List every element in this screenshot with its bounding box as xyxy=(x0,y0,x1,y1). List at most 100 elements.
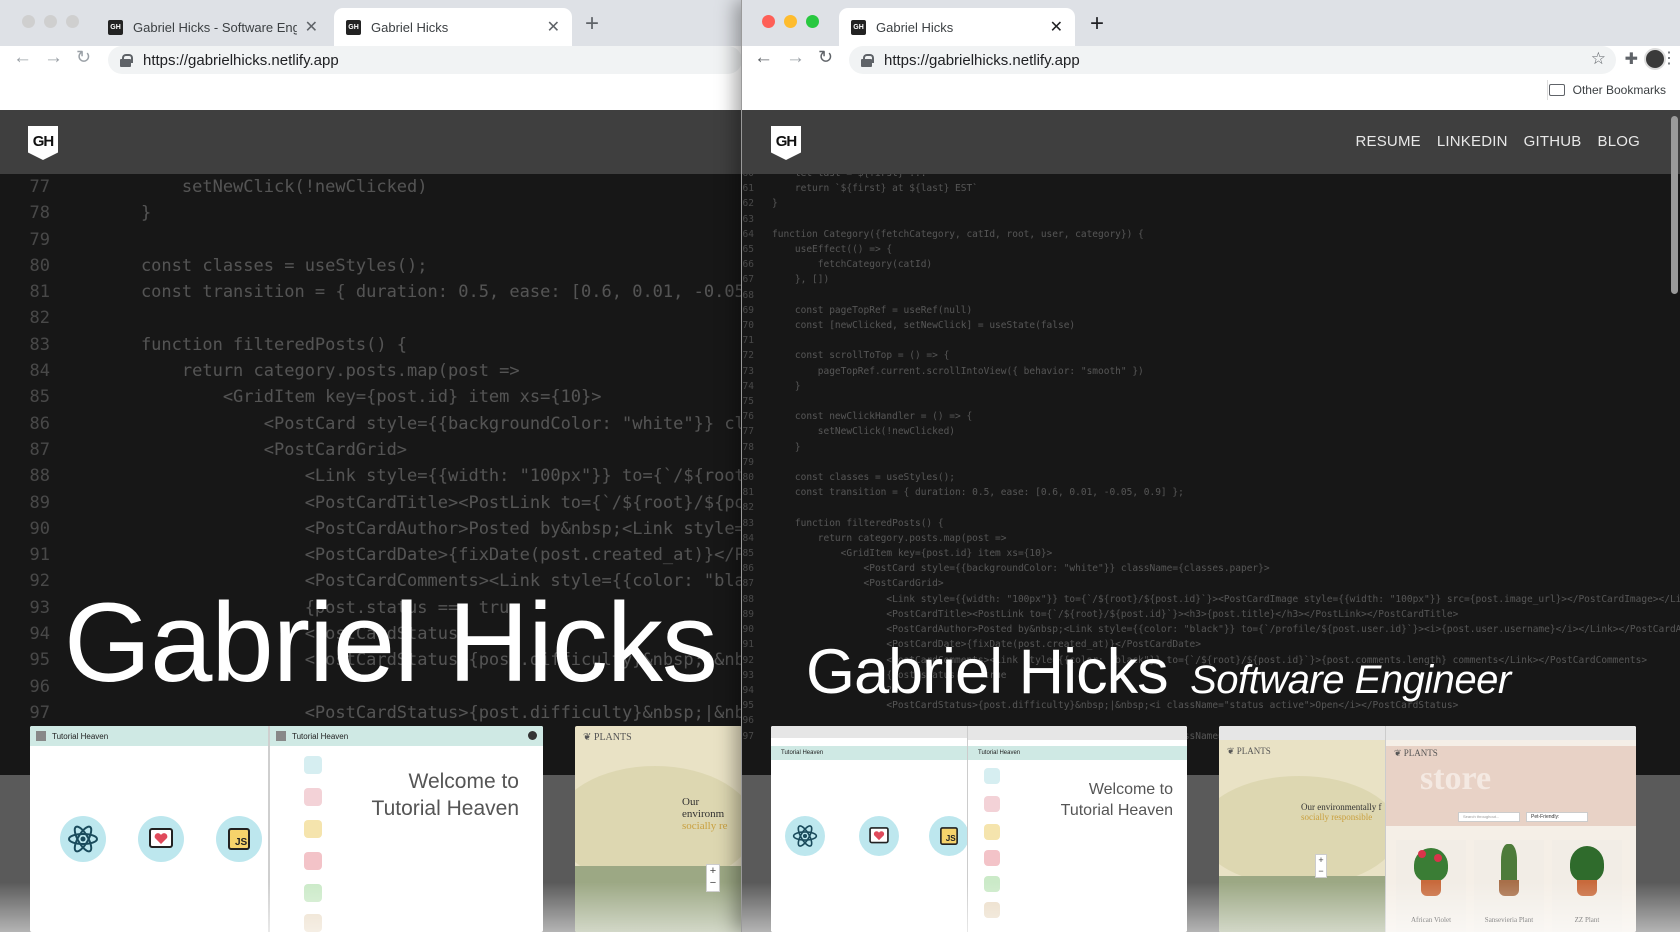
code-line: 75 xyxy=(742,394,1680,409)
portfolio-page: 77 setNewClick(!newClicked) 78 } 79 80 cons… xyxy=(0,110,742,932)
line-number: 96 xyxy=(29,676,50,697)
nav-blog[interactable]: BLOG xyxy=(1598,133,1640,150)
code-line: 67 }, []) xyxy=(742,272,1680,287)
favicon-icon xyxy=(276,731,286,741)
code-line: 80 const classes = useStyles(); xyxy=(0,253,742,279)
code-line: 79 xyxy=(742,455,1680,470)
new-tab-icon[interactable]: + xyxy=(1090,10,1104,38)
vue-icon-small xyxy=(304,884,322,902)
favicon-icon xyxy=(36,731,46,741)
line-number: 93 xyxy=(29,597,50,618)
logo-text: GH xyxy=(32,132,54,150)
nav-resume[interactable]: RESUME xyxy=(1355,133,1420,150)
welcome-heading: Welcome to Tutorial Heaven xyxy=(1061,780,1173,822)
line-number: 71 xyxy=(742,335,754,347)
address-bar[interactable]: https://gabrielhicks.netlify.app ☆ xyxy=(849,46,1616,74)
map-zoom-controls[interactable]: + − xyxy=(1315,854,1327,878)
code-text: } xyxy=(772,198,778,210)
line-number: 92 xyxy=(29,571,50,592)
bookmark-star-icon[interactable]: ☆ xyxy=(1591,49,1606,69)
code-line: 69 const pageTopRef = useRef(null) xyxy=(742,303,1680,318)
other-bookmarks-button[interactable]: Other Bookmarks xyxy=(1548,83,1666,97)
menu-kebab-icon[interactable]: ⋮ xyxy=(1661,48,1677,68)
code-line: 90 <PostCardAuthor>Posted by&nbsp;<Link … xyxy=(0,516,742,542)
code-line: 83 function filteredPosts() { xyxy=(0,332,742,358)
gh-logo[interactable]: GH xyxy=(28,126,58,160)
tab-title: Gabriel Hicks - Software Engineer xyxy=(133,19,297,35)
code-line: 62} xyxy=(742,196,1680,211)
pet-friendly-filter[interactable]: Pet-Friendly: xyxy=(1526,812,1588,822)
close-tab-icon[interactable]: ✕ xyxy=(547,17,560,37)
maximize-window-button[interactable] xyxy=(66,15,79,28)
code-line: 78 } xyxy=(0,200,742,226)
line-number: 90 xyxy=(742,624,754,636)
svg-text:JS: JS xyxy=(235,837,248,848)
nav-linkedin[interactable]: LINKEDIN xyxy=(1437,133,1508,150)
browser-toolbar: ← → ↻ https://gabrielhicks.netlify.app ☆… xyxy=(742,46,1680,74)
line-number: 87 xyxy=(742,578,754,590)
line-number: 77 xyxy=(742,426,754,438)
gh-logo[interactable]: GH xyxy=(771,126,801,160)
line-number: 87 xyxy=(29,439,50,460)
plant-pot xyxy=(1499,880,1519,896)
welcome-heading: Welcome to Tutorial Heaven xyxy=(372,768,519,823)
plants-tagline-line1: Our environm xyxy=(682,796,725,820)
heart-icon-small xyxy=(984,796,1000,812)
reload-icon[interactable]: ↻ xyxy=(76,47,91,68)
code-line: 86 <PostCard style={{backgroundColor: "w… xyxy=(742,561,1680,576)
project-card-tutorial-heaven[interactable]: Tutorial Heaven JS Tutorial Heaven Welco… xyxy=(771,726,1187,932)
flower-dot xyxy=(1418,850,1426,858)
code-line: 81 const transition = { duration: 0.5, e… xyxy=(0,279,742,305)
minimize-window-button[interactable] xyxy=(44,15,57,28)
line-number: 93 xyxy=(742,669,754,681)
nav-github[interactable]: GITHUB xyxy=(1524,133,1582,150)
project-card-plants[interactable]: ❦ PLANTS Our environm socially re + − xyxy=(575,726,742,932)
forward-arrow-icon[interactable]: → xyxy=(786,47,805,69)
product-card[interactable]: ZZ Plant xyxy=(1552,840,1622,932)
extensions-puzzle-icon[interactable]: ✚ xyxy=(1625,49,1638,69)
project-card-plants[interactable]: ❦ PLANTS Our environmentally f socially … xyxy=(1219,726,1636,932)
line-number: 91 xyxy=(742,639,754,651)
forward-arrow-icon[interactable]: → xyxy=(44,47,63,69)
code-line: 66 fetchCategory(catId) xyxy=(742,257,1680,272)
page-scrollbar[interactable] xyxy=(1671,116,1678,294)
close-tab-icon[interactable]: ✕ xyxy=(1050,17,1063,37)
store-search-input[interactable]: Search throughout... xyxy=(1458,812,1520,822)
code-text: const scrollToTop = () => { xyxy=(772,350,950,362)
tab-gabriel-hicks-software-engineer[interactable]: GH Gabriel Hicks - Software Engineer ✕ xyxy=(96,8,330,46)
line-number: 92 xyxy=(742,654,754,666)
maximize-window-button[interactable] xyxy=(806,15,819,28)
close-tab-icon[interactable]: ✕ xyxy=(305,17,318,37)
tab-gabriel-hicks[interactable]: GH Gabriel Hicks ✕ xyxy=(334,8,572,46)
reload-icon[interactable]: ↻ xyxy=(818,47,833,68)
minimize-window-button[interactable] xyxy=(784,15,797,28)
site-favicon-icon: GH xyxy=(851,19,866,35)
site-nav: RESUME LINKEDIN GITHUB BLOG xyxy=(1355,133,1640,150)
product-card[interactable]: Sansevieria Plant xyxy=(1474,840,1544,932)
code-text: } xyxy=(772,380,801,392)
code-line: 64 function Category({fetchCategory, catI… xyxy=(742,227,1680,242)
new-tab-icon[interactable]: + xyxy=(585,10,599,38)
tab-title: Gabriel Hicks xyxy=(876,19,954,35)
line-number: 72 xyxy=(742,350,754,362)
back-arrow-icon[interactable]: ← xyxy=(754,47,773,69)
code-text: } xyxy=(772,441,801,453)
project-card-tutorial-heaven[interactable]: Tutorial Heaven Tutorial Heaven JS Welco… xyxy=(30,726,543,932)
close-window-button[interactable] xyxy=(22,15,35,28)
code-line: 68 xyxy=(742,288,1680,303)
close-window-button[interactable] xyxy=(762,15,775,28)
tab-gabriel-hicks[interactable]: GH Gabriel Hicks ✕ xyxy=(839,8,1075,46)
code-line: 87 <PostCardGrid> xyxy=(0,437,742,463)
product-card[interactable]: African Violet xyxy=(1396,840,1466,932)
lock-icon xyxy=(861,54,874,67)
plants-tagline: Our environm socially re xyxy=(682,796,742,832)
back-arrow-icon[interactable]: ← xyxy=(13,47,32,69)
line-number: 95 xyxy=(742,700,754,712)
line-number: 80 xyxy=(742,472,754,484)
line-number: 89 xyxy=(742,608,754,620)
address-bar[interactable]: https://gabrielhicks.netlify.app xyxy=(108,46,742,74)
lock-icon xyxy=(120,54,133,67)
line-number: 85 xyxy=(29,387,50,408)
plants-logo-text: PLANTS xyxy=(593,732,632,743)
map-zoom-controls[interactable]: + − xyxy=(706,864,720,892)
